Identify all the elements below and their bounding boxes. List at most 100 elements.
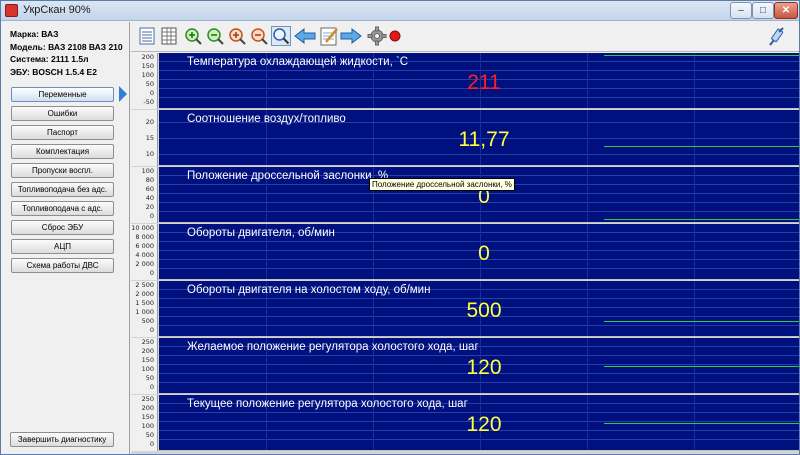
current-iac-plot[interactable]: Текущее положение регулятора холостого х… xyxy=(159,395,799,451)
air-fuel-ratio-plot[interactable]: Соотношение воздух/топливо 11,77 xyxy=(159,110,799,166)
scale-tick: 40 xyxy=(145,194,154,202)
panel-value: 120 xyxy=(466,356,502,379)
air-fuel-ratio-scale: 20 15 10 xyxy=(131,110,158,166)
vehicle-make: Марка: ВАЗ xyxy=(10,29,59,39)
active-nav-arrow-icon xyxy=(119,86,127,102)
scale-tick: -50 xyxy=(143,98,154,106)
nav-engine-scheme-button[interactable]: Схема работы ДВС xyxy=(11,258,114,273)
zoom-in-vertical-icon[interactable] xyxy=(227,26,247,46)
nav-configuration-button[interactable]: Комплектация xyxy=(11,144,114,159)
vehicle-model: Модель: ВАЗ 2108 ВАЗ 210 xyxy=(10,41,123,52)
throttle-position-scale: 100 80 60 40 20 0 xyxy=(131,167,158,223)
scale-tick: 50 xyxy=(145,80,154,88)
zoom-in-icon[interactable] xyxy=(183,26,203,46)
nav-passport-button[interactable]: Паспорт xyxy=(11,125,114,140)
scale-tick: 2 000 xyxy=(135,260,154,268)
desired-iac-plot[interactable]: Желаемое положение регулятора холостого … xyxy=(159,338,799,394)
idle-rpm-panel: 2 500 2 000 1 500 1 000 500 0 Обороты дв… xyxy=(131,281,799,337)
finish-diagnostics-button[interactable]: Завершить диагностику xyxy=(10,432,114,447)
desired-iac-scale: 250 200 150 100 50 0 xyxy=(131,338,158,394)
engine-rpm-scale: 10 000 8 000 6 000 4 000 2 000 0 xyxy=(131,224,158,280)
panel-title: Положение дроссельной заслонки, % xyxy=(187,170,389,182)
scale-tick: 0 xyxy=(149,326,154,334)
scale-tick: 20 xyxy=(145,118,154,126)
scale-tick: 100 xyxy=(141,365,154,373)
signal-trace xyxy=(604,55,799,56)
panel-value: 0 xyxy=(478,242,490,265)
desired-iac-panel: 250 200 150 100 50 0 Желаемое положение … xyxy=(131,338,799,394)
scale-tick: 0 xyxy=(149,269,154,277)
panel-title: Обороты двигателя, об/мин xyxy=(187,227,335,239)
idle-rpm-plot[interactable]: Обороты двигателя на холостом ходу, об/м… xyxy=(159,281,799,337)
minimize-button[interactable]: – xyxy=(730,2,752,19)
vehicle-ecu: ЭБУ: BOSCH 1.5.4 E2 xyxy=(10,66,97,77)
back-arrow-icon[interactable] xyxy=(293,26,317,46)
vehicle-info: Марка: ВАЗ Модель: ВАЗ 2108 ВАЗ 210 Сист… xyxy=(10,28,123,78)
connection-icon[interactable] xyxy=(765,26,787,50)
signal-trace xyxy=(604,321,799,322)
signal-trace xyxy=(604,423,799,424)
search-icon[interactable] xyxy=(271,26,291,46)
scale-tick: 0 xyxy=(149,383,154,391)
vehicle-system: Система: 2111 1.5л xyxy=(10,54,89,64)
signal-trace xyxy=(604,219,799,220)
coolant-temp-plot[interactable]: Температура охлаждающей жидкости, `C 211 xyxy=(159,53,799,109)
nav-fuel-ads-button[interactable]: Топливоподача с адс. xyxy=(11,201,114,216)
notepad-icon[interactable] xyxy=(319,26,339,46)
title-bar[interactable]: УкрСкан 90% – □ ✕ xyxy=(1,1,799,21)
nav-misfires-button[interactable]: Пропуски воспл. xyxy=(11,163,114,178)
scale-tick: 500 xyxy=(141,317,154,325)
panel-title: Температура охлаждающей жидкости, `C xyxy=(187,56,409,68)
scale-tick: 10 xyxy=(145,150,154,158)
zoom-out-vertical-icon[interactable] xyxy=(249,26,269,46)
nav-fuel-no-ads-button[interactable]: Топливоподача без адс. xyxy=(11,182,114,197)
scale-tick: 6 000 xyxy=(135,242,154,250)
scale-tick: 8 000 xyxy=(135,233,154,241)
scale-tick: 200 xyxy=(141,404,154,412)
engine-rpm-panel: 10 000 8 000 6 000 4 000 2 000 0 Обороты… xyxy=(131,224,799,280)
panel-title: Желаемое положение регулятора холостого … xyxy=(187,341,479,353)
sidebar: Марка: ВАЗ Модель: ВАЗ 2108 ВАЗ 210 Сист… xyxy=(2,22,130,454)
idle-rpm-scale: 2 500 2 000 1 500 1 000 500 0 xyxy=(131,281,158,337)
record-icon[interactable] xyxy=(385,26,405,46)
nav-ecu-reset-button[interactable]: Сброс ЭБУ xyxy=(11,220,114,235)
signal-trace xyxy=(604,146,799,147)
scale-tick: 0 xyxy=(149,212,154,220)
forward-arrow-icon[interactable] xyxy=(339,26,363,46)
throttle-position-panel: 100 80 60 40 20 0 Положение дроссельной … xyxy=(131,167,799,223)
settings-icon[interactable] xyxy=(367,26,387,46)
scale-tick: 1 500 xyxy=(135,299,154,307)
scale-tick: 60 xyxy=(145,185,154,193)
scale-tick: 50 xyxy=(145,431,154,439)
air-fuel-ratio-panel: 20 15 10 Соотношение воздух/топливо 11,7… xyxy=(131,110,799,166)
throttle-position-plot[interactable]: Положение дроссельной заслонки, % 0 xyxy=(159,167,799,223)
scale-tick: 100 xyxy=(141,422,154,430)
nav-errors-button[interactable]: Ошибки xyxy=(11,106,114,121)
current-iac-panel: 250 200 150 100 50 0 Текущее положение р… xyxy=(131,395,799,451)
close-button[interactable]: ✕ xyxy=(774,2,798,19)
scale-tick: 150 xyxy=(141,356,154,364)
panel-value: 11,77 xyxy=(458,128,510,151)
app-icon xyxy=(5,4,18,17)
nav-variables-button[interactable]: Переменные xyxy=(11,87,114,102)
zoom-out-icon[interactable] xyxy=(205,26,225,46)
maximize-button[interactable]: □ xyxy=(752,2,774,19)
panel-title: Текущее положение регулятора холостого х… xyxy=(187,398,468,410)
signal-trace xyxy=(604,366,799,367)
scale-tick: 0 xyxy=(149,89,154,97)
grid-view-icon[interactable] xyxy=(159,26,179,46)
scale-tick: 2 000 xyxy=(135,290,154,298)
scale-tick: 1 000 xyxy=(135,308,154,316)
coolant-temp-scale: 200 150 100 50 0 -50 xyxy=(131,53,158,109)
nav-adc-button[interactable]: АЦП xyxy=(11,239,114,254)
list-view-icon[interactable] xyxy=(137,26,157,46)
scale-tick: 100 xyxy=(141,71,154,79)
engine-rpm-plot[interactable]: Обороты двигателя, об/мин 0 xyxy=(159,224,799,280)
panel-title: Соотношение воздух/топливо xyxy=(187,113,346,125)
scale-tick: 150 xyxy=(141,413,154,421)
scale-tick: 15 xyxy=(145,134,154,142)
scale-tick: 250 xyxy=(141,338,154,346)
current-iac-scale: 250 200 150 100 50 0 xyxy=(131,395,158,451)
scale-tick: 150 xyxy=(141,62,154,70)
scale-tick: 100 xyxy=(141,167,154,175)
